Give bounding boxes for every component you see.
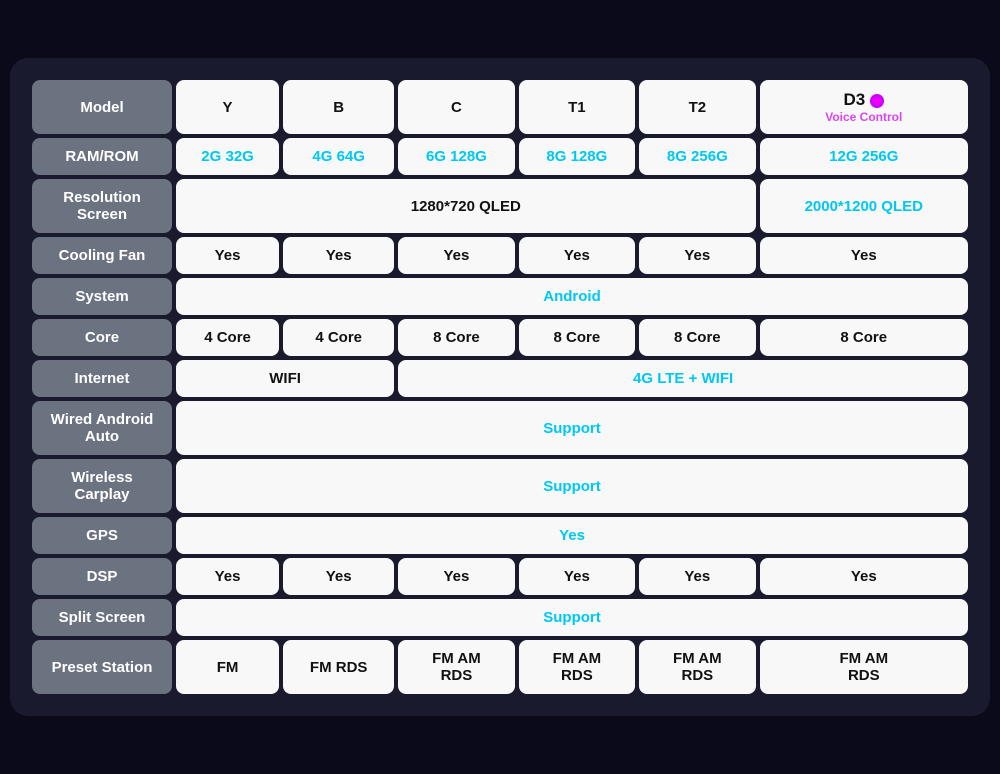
cell-wireless-carplay-0: Support — [176, 459, 968, 513]
table-wrap: ModelYBCT1T2D3 Voice Control RAM/ROM2G 32… — [28, 76, 972, 698]
header-resolution: Resolution Screen — [32, 179, 172, 233]
comparison-table-outer: ModelYBCT1T2D3 Voice Control RAM/ROM2G 32… — [10, 58, 990, 716]
header-gps: GPS — [32, 517, 172, 554]
cell-dsp-5: Yes — [760, 558, 968, 595]
cell-core-1: 4 Core — [283, 319, 394, 356]
cell-core-3: 8 Core — [519, 319, 635, 356]
cell-dsp-0: Yes — [176, 558, 279, 595]
cell-core-2: 8 Core — [398, 319, 514, 356]
cell-ram-3: 8G 128G — [519, 138, 635, 175]
header-preset-station: Preset Station — [32, 640, 172, 694]
comparison-table: ModelYBCT1T2D3 Voice Control RAM/ROM2G 32… — [28, 76, 972, 698]
cell-model-1: B — [283, 80, 394, 134]
cell-dsp-3: Yes — [519, 558, 635, 595]
cell-model-5: D3 Voice Control — [760, 80, 968, 134]
cell-preset-station-0: FM — [176, 640, 279, 694]
cell-model-3: T1 — [519, 80, 635, 134]
header-internet: Internet — [32, 360, 172, 397]
cell-resolution-0: 1280*720 QLED — [176, 179, 756, 233]
cell-ram-4: 8G 256G — [639, 138, 755, 175]
cell-dsp-2: Yes — [398, 558, 514, 595]
cell-model-0: Y — [176, 80, 279, 134]
cell-cooling-3: Yes — [519, 237, 635, 274]
cell-preset-station-1: FM RDS — [283, 640, 394, 694]
cell-ram-5: 12G 256G — [760, 138, 968, 175]
cell-cooling-2: Yes — [398, 237, 514, 274]
header-cooling: Cooling Fan — [32, 237, 172, 274]
cell-core-5: 8 Core — [760, 319, 968, 356]
cell-ram-2: 6G 128G — [398, 138, 514, 175]
cell-preset-station-5: FM AM RDS — [760, 640, 968, 694]
cell-core-4: 8 Core — [639, 319, 755, 356]
cell-model-4: T2 — [639, 80, 755, 134]
cell-preset-station-2: FM AM RDS — [398, 640, 514, 694]
cell-wired-android-0: Support — [176, 401, 968, 455]
cell-split-screen-0: Support — [176, 599, 968, 636]
cell-gps-0: Yes — [176, 517, 968, 554]
cell-dsp-4: Yes — [639, 558, 755, 595]
header-ram: RAM/ROM — [32, 138, 172, 175]
cell-cooling-5: Yes — [760, 237, 968, 274]
cell-preset-station-4: FM AM RDS — [639, 640, 755, 694]
cell-ram-1: 4G 64G — [283, 138, 394, 175]
cell-model-2: C — [398, 80, 514, 134]
cell-cooling-1: Yes — [283, 237, 394, 274]
cell-dsp-1: Yes — [283, 558, 394, 595]
cell-ram-0: 2G 32G — [176, 138, 279, 175]
header-split-screen: Split Screen — [32, 599, 172, 636]
cell-resolution-1: 2000*1200 QLED — [760, 179, 968, 233]
header-model: Model — [32, 80, 172, 134]
cell-system-0: Android — [176, 278, 968, 315]
header-wired-android: Wired Android Auto — [32, 401, 172, 455]
header-system: System — [32, 278, 172, 315]
cell-cooling-0: Yes — [176, 237, 279, 274]
header-wireless-carplay: Wireless Carplay — [32, 459, 172, 513]
cell-internet-1: 4G LTE + WIFI — [398, 360, 968, 397]
header-dsp: DSP — [32, 558, 172, 595]
cell-preset-station-3: FM AM RDS — [519, 640, 635, 694]
cell-core-0: 4 Core — [176, 319, 279, 356]
cell-internet-0: WIFI — [176, 360, 394, 397]
header-core: Core — [32, 319, 172, 356]
cell-cooling-4: Yes — [639, 237, 755, 274]
